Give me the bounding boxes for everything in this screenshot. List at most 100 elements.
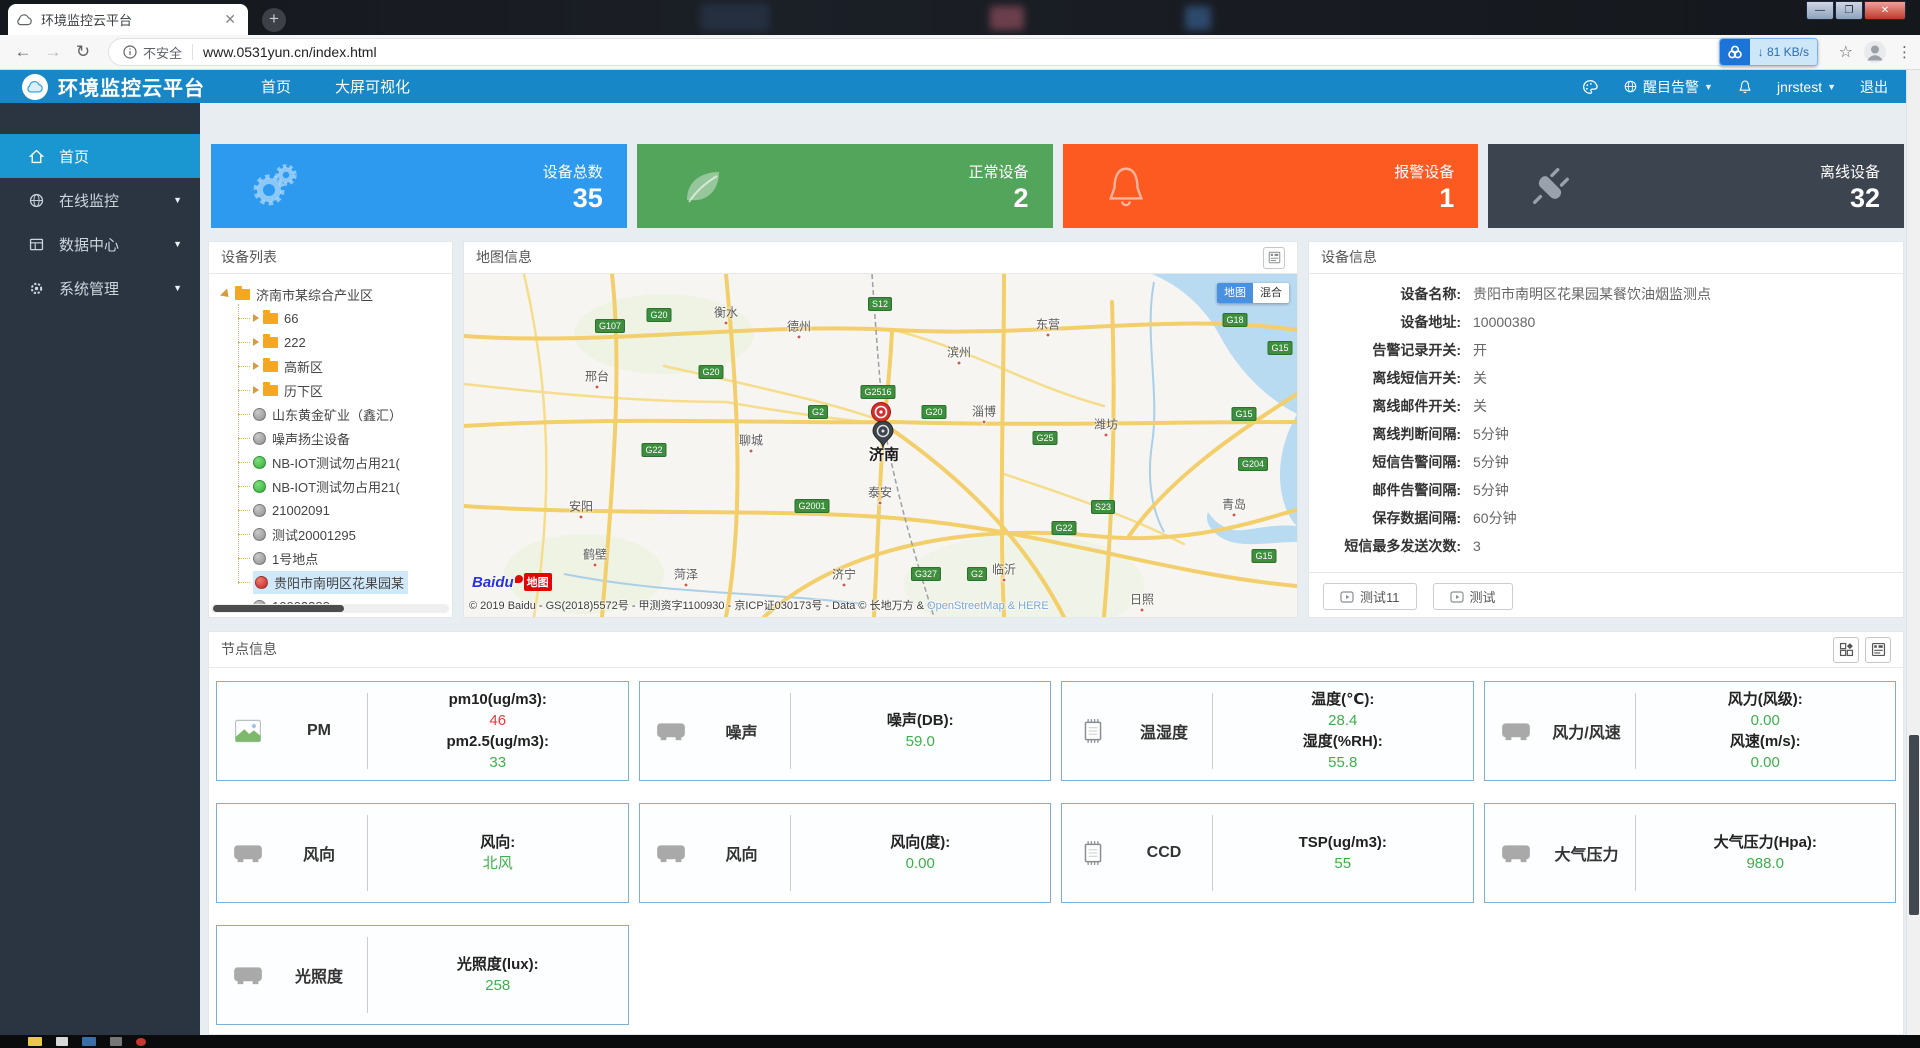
test-button[interactable]: 测试 [1433, 583, 1513, 610]
metric-value: 北风 [368, 853, 628, 874]
map-report-icon[interactable] [1263, 247, 1285, 269]
window-restore-button[interactable]: ❐ [1835, 1, 1863, 20]
map-type-button[interactable]: 混合 [1253, 283, 1289, 303]
tree-node[interactable]: NB-IOT测试勿占用21( [209, 474, 452, 498]
tree-expand-icon[interactable] [253, 386, 259, 394]
tree-node[interactable]: 1号地点 [209, 546, 452, 570]
image-placeholder-icon [233, 718, 263, 744]
tree-expand-icon[interactable] [253, 338, 259, 346]
tree-expand-icon[interactable] [220, 288, 232, 300]
node-card[interactable]: 风力/风速风力(风级):0.00风速(m/s):0.00 [1484, 681, 1897, 781]
url-text[interactable]: www.0531yun.cn/index.html [203, 44, 377, 60]
node-card[interactable]: PMpm10(ug/m3):46pm2.5(ug/m3):33 [216, 681, 629, 781]
tree-node[interactable]: 10002388 [209, 594, 452, 604]
sidebar-item[interactable]: 系统管理▼ [0, 266, 200, 310]
tree-expand-icon[interactable] [253, 314, 259, 322]
download-speed-badge[interactable]: ↓ 81 KB/s [1719, 38, 1818, 66]
forward-icon[interactable]: → [38, 42, 68, 62]
metric-label: 风向: [368, 832, 628, 853]
browser-menu-icon[interactable]: ⋮ [1897, 43, 1912, 61]
tree-node[interactable]: 贵阳市南明区花果园某 [209, 570, 452, 594]
address-bar[interactable]: 不安全 www.0531yun.cn/index.html [108, 38, 1798, 66]
sidebar-item[interactable]: 在线监控▼ [0, 178, 200, 222]
reload-icon[interactable]: ↻ [68, 42, 98, 62]
scrollbar-thumb[interactable] [1909, 735, 1919, 915]
tree-node[interactable]: 测试20001295 [209, 522, 452, 546]
tab-close-icon[interactable]: ✕ [220, 11, 240, 28]
map-city-label: 德州 [787, 318, 811, 335]
window-close-button[interactable]: ✕ [1864, 1, 1906, 20]
metric-label: pm10(ug/m3): [368, 689, 628, 710]
scrollbar-thumb[interactable] [213, 605, 344, 612]
node-card[interactable]: CCDTSP(ug/m3):55 [1061, 803, 1474, 903]
sensor-placeholder-icon [656, 843, 686, 864]
tree-node[interactable]: 历下区 [209, 378, 452, 402]
tree-node[interactable]: 66 [209, 306, 452, 330]
device-info-row: 设备名称:贵阳市南明区花果园某餐饮油烟监测点 [1309, 280, 1903, 308]
nav-item-0[interactable]: 首页 [261, 76, 291, 97]
alert-style-menu[interactable]: 醒目告警 ▼ [1623, 77, 1713, 97]
logout-button[interactable]: 退出 [1860, 77, 1888, 97]
notification-bell-icon[interactable] [1737, 79, 1753, 95]
field-label: 保存数据间隔: [1309, 504, 1461, 532]
tree-node[interactable]: NB-IOT测试勿占用21( [209, 450, 452, 474]
browser-tab[interactable]: 环境监控云平台 ✕ [8, 4, 248, 35]
tree-node-label: NB-IOT测试勿占用21( [272, 453, 400, 472]
new-tab-button[interactable]: + [262, 8, 286, 32]
tree-node-label: NB-IOT测试勿占用21( [272, 477, 400, 496]
tree-node[interactable]: 21002091 [209, 498, 452, 522]
node-card[interactable]: 风向风向:北风 [216, 803, 629, 903]
map-road-badge: S12 [868, 297, 892, 311]
taskbar-app-icon[interactable] [110, 1037, 122, 1046]
map-road-badge: G25 [1032, 431, 1057, 445]
tree-node[interactable]: 山东黄金矿业（鑫汇） [209, 402, 452, 426]
nav-item-1[interactable]: 大屏可视化 [335, 76, 410, 97]
page-scrollbar[interactable] [1906, 70, 1920, 1035]
node-card[interactable]: 噪声噪声(DB):59.0 [639, 681, 1052, 781]
node-card[interactable]: 风向风向(度):0.00 [639, 803, 1052, 903]
test-button[interactable]: 测试11 [1323, 583, 1417, 610]
field-label: 短信告警间隔: [1309, 448, 1461, 476]
map-city-label: 东营 [1036, 316, 1060, 333]
node-view-blocks-icon[interactable] [1833, 637, 1859, 663]
info-icon[interactable] [123, 45, 137, 59]
map-type-button[interactable]: 地图 [1217, 283, 1253, 303]
taskbar-app-icon[interactable] [56, 1037, 68, 1046]
back-icon[interactable]: ← [8, 42, 38, 62]
sidebar-item[interactable]: 数据中心▼ [0, 222, 200, 266]
field-label: 设备地址: [1309, 308, 1461, 336]
alarm-bell-icon [1103, 163, 1149, 209]
tree-node[interactable]: 噪声扬尘设备 [209, 426, 452, 450]
node-card[interactable]: 温湿度温度(℃):28.4湿度(%RH):55.8 [1061, 681, 1474, 781]
toolbar-right-icons: ☆ ⋮ [1839, 40, 1912, 64]
tree-expand-icon[interactable] [253, 362, 259, 370]
taskbar-app-icon[interactable] [82, 1037, 96, 1046]
tree-node[interactable]: 222 [209, 330, 452, 354]
taskbar-app-icon[interactable] [28, 1037, 42, 1046]
avatar[interactable] [1863, 40, 1887, 64]
node-card-name: 风向 [702, 841, 790, 865]
field-value: 关 [1473, 392, 1487, 420]
background-window-fragment [990, 6, 1024, 30]
node-view-list-icon[interactable] [1865, 637, 1891, 663]
sidebar-item-label: 首页 [59, 146, 182, 167]
taskbar-app-icon[interactable] [136, 1038, 146, 1046]
play-icon [1340, 590, 1354, 604]
user-menu[interactable]: jnrstest ▼ [1777, 79, 1836, 95]
tree-connector [238, 366, 250, 367]
tree-node[interactable]: 济南市某综合产业区 [209, 282, 452, 306]
alert-menu-label: 醒目告警 [1643, 77, 1699, 97]
window-minimize-button[interactable]: — [1806, 1, 1834, 20]
node-card[interactable]: 光照度光照度(lux):258 [216, 925, 629, 1025]
sidebar-item[interactable]: 首页 [0, 134, 200, 178]
node-card[interactable]: 大气压力大气压力(Hpa):988.0 [1484, 803, 1897, 903]
bookmark-star-icon[interactable]: ☆ [1839, 42, 1853, 62]
tree-node[interactable]: 高新区 [209, 354, 452, 378]
metric-label: 风向(度): [791, 832, 1051, 853]
map-device-marker[interactable] [872, 421, 894, 454]
stat-card-value: 32 [1820, 184, 1880, 212]
map-canvas[interactable]: 衡水德州东营滨州淄博潍坊济南聊城泰安邢台安阳鹤壁菏泽济宁临沂日照青岛G20G10… [464, 274, 1297, 617]
map-city-dot [842, 583, 847, 588]
theme-palette-icon[interactable] [1581, 78, 1599, 96]
tree-horizontal-scrollbar[interactable] [211, 604, 449, 613]
